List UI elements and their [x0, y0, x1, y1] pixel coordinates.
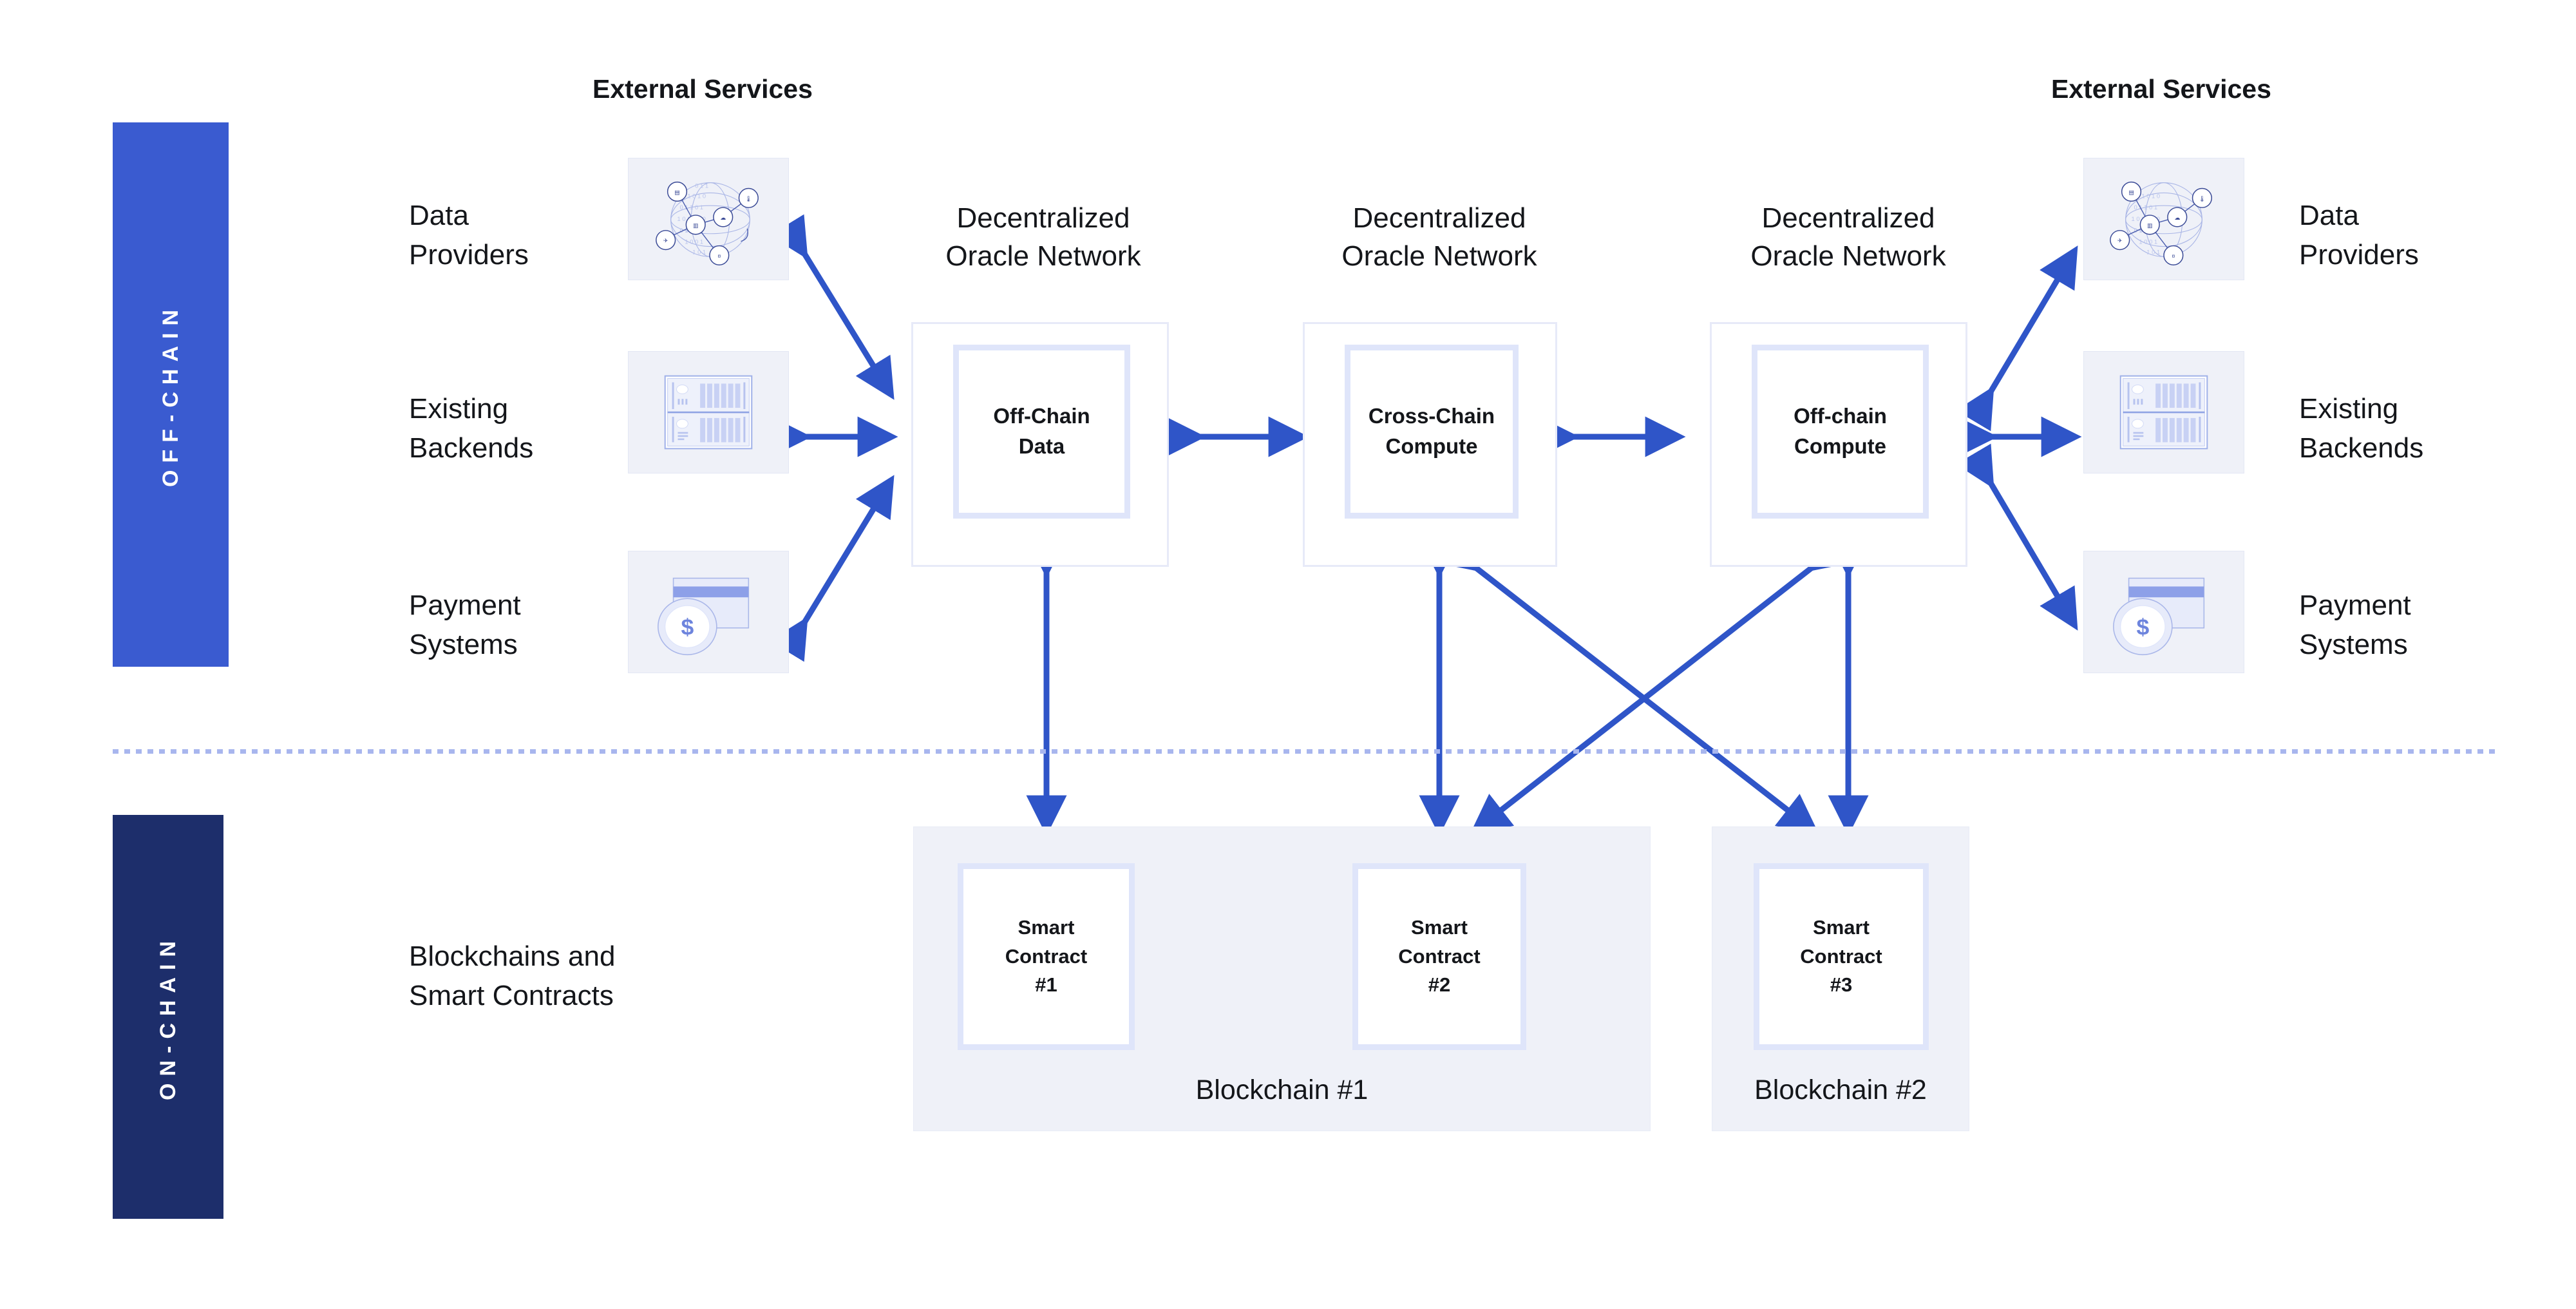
- svg-text:☁: ☁: [720, 215, 726, 221]
- label-right-data-providers: Data Providers: [2299, 200, 2419, 271]
- smart-contract-label-1: Smart Contract #1: [1005, 915, 1088, 997]
- blockchain-name-2: Blockchain #2: [1754, 1075, 1927, 1105]
- heading-external-services-left: External Services: [592, 74, 813, 104]
- svg-text:1 0 1: 1 0 1: [2146, 248, 2160, 255]
- onchain-offchain-divider: [113, 749, 2496, 754]
- tile-right-payment-systems[interactable]: $: [2083, 551, 2244, 673]
- rail-onchain: ON-CHAIN: [113, 815, 223, 1219]
- svg-text:▥: ▥: [2147, 222, 2152, 229]
- rail-onchain-label: ON-CHAIN: [155, 933, 180, 1100]
- svg-text:☁: ☁: [2174, 215, 2180, 221]
- data-globe-icon: 1 0 1 00 1 1 0 1 1 0 1 0 1 00 1 1 0 1 1 …: [2110, 181, 2212, 265]
- label-left-data-providers: Data Providers: [409, 200, 529, 271]
- tile-right-existing-backends[interactable]: [2083, 351, 2244, 473]
- smart-contract-box-3[interactable]: Smart Contract #3: [1754, 863, 1929, 1050]
- svg-text:¤: ¤: [2172, 253, 2175, 259]
- tile-left-data-providers[interactable]: 1 0 1 00 1 1 0 1 1 0 1 0 1 00 1 1 0 1 1 …: [628, 158, 789, 280]
- credit-card-coin-icon: $: [2113, 577, 2205, 656]
- rail-offchain: OFF-CHAIN: [113, 122, 229, 667]
- don-title-3: Decentralized Oracle Network: [1750, 202, 1946, 272]
- svg-text:$: $: [2136, 615, 2149, 640]
- svg-text:$: $: [681, 615, 694, 640]
- don-box-3[interactable]: Off-chain Compute: [1710, 322, 1967, 567]
- arrow-payments-to-don1: [769, 475, 895, 662]
- don-title-2: Decentralized Oracle Network: [1341, 202, 1537, 272]
- don-inner-crosschain-compute[interactable]: Cross-Chain Compute: [1345, 345, 1519, 519]
- server-rack-icon: [664, 375, 753, 450]
- svg-text:0 1 1 0 1: 0 1 1 0 1: [679, 204, 703, 211]
- don-box-1[interactable]: Off-Chain Data: [911, 322, 1169, 567]
- svg-text:▥: ▥: [693, 222, 698, 229]
- svg-text:1 0 0 1: 1 0 0 1: [685, 238, 703, 245]
- label-left-existing-backends: Existing Backends: [409, 393, 534, 464]
- server-rack-icon: [2119, 375, 2208, 450]
- smart-contract-label-2: Smart Contract #2: [1398, 915, 1481, 997]
- tile-left-payment-systems[interactable]: $: [628, 551, 789, 673]
- svg-text:✈: ✈: [2117, 238, 2123, 244]
- svg-text:¤: ¤: [717, 253, 721, 259]
- arrow-don2-to-sc3: [1436, 531, 1819, 835]
- svg-text:0 1 1: 0 1 1: [695, 182, 708, 189]
- svg-text:1 0 0 1: 1 0 0 1: [2139, 238, 2157, 245]
- don-inner-offchain-data[interactable]: Off-Chain Data: [953, 345, 1130, 519]
- svg-text:1 0 1 0: 1 0 1 0: [2141, 192, 2160, 199]
- credit-card-coin-icon: $: [658, 577, 750, 656]
- svg-text:0 1 1 0 1: 0 1 1 0 1: [2134, 204, 2157, 211]
- arrow-don3-to-sc2: [1470, 531, 1852, 835]
- diagram-canvas: OFF-CHAIN ON-CHAIN External Services Ext…: [0, 0, 2576, 1309]
- svg-text:✈: ✈: [663, 238, 668, 244]
- label-right-existing-backends: Existing Backends: [2299, 393, 2424, 464]
- svg-text:▤: ▤: [2128, 189, 2134, 195]
- arrow-don3-to-payments: [1956, 443, 2078, 631]
- svg-text:1 0 1 0: 1 0 1 0: [687, 192, 706, 199]
- svg-text:🌡: 🌡: [745, 195, 752, 202]
- label-blockchains-and-smart-contracts: Blockchains and Smart Contracts: [409, 941, 616, 1011]
- tile-right-data-providers[interactable]: 1 0 1 00 1 1 0 1 1 0 1 0 1 00 1 1 0 1 1 …: [2083, 158, 2244, 280]
- don-inner-label-3: Off-chain Compute: [1794, 404, 1887, 458]
- label-right-payment-systems: Payment Systems: [2299, 589, 2411, 660]
- label-left-payment-systems: Payment Systems: [409, 589, 521, 660]
- svg-text:1 0 1: 1 0 1: [692, 248, 706, 255]
- smart-contract-label-3: Smart Contract #3: [1800, 915, 1882, 997]
- svg-text:🌡: 🌡: [2199, 195, 2206, 202]
- data-globe-icon: 1 0 1 00 1 1 0 1 1 0 1 0 1 00 1 1 0 1 1 …: [656, 181, 759, 265]
- don-title-1: Decentralized Oracle Network: [945, 202, 1141, 272]
- don-inner-label-1: Off-Chain Data: [993, 404, 1090, 458]
- rail-offchain-label: OFF-CHAIN: [158, 302, 183, 487]
- heading-external-services-right: External Services: [2051, 74, 2271, 104]
- blockchain-name-1: Blockchain #1: [1195, 1075, 1368, 1105]
- don-box-2[interactable]: Cross-Chain Compute: [1303, 322, 1557, 567]
- don-inner-label-2: Cross-Chain Compute: [1368, 404, 1495, 458]
- don-inner-offchain-compute[interactable]: Off-chain Compute: [1752, 345, 1929, 519]
- tile-left-existing-backends[interactable]: [628, 351, 789, 473]
- smart-contract-box-2[interactable]: Smart Contract #2: [1352, 863, 1526, 1050]
- svg-text:▤: ▤: [674, 189, 679, 195]
- smart-contract-box-1[interactable]: Smart Contract #1: [958, 863, 1135, 1050]
